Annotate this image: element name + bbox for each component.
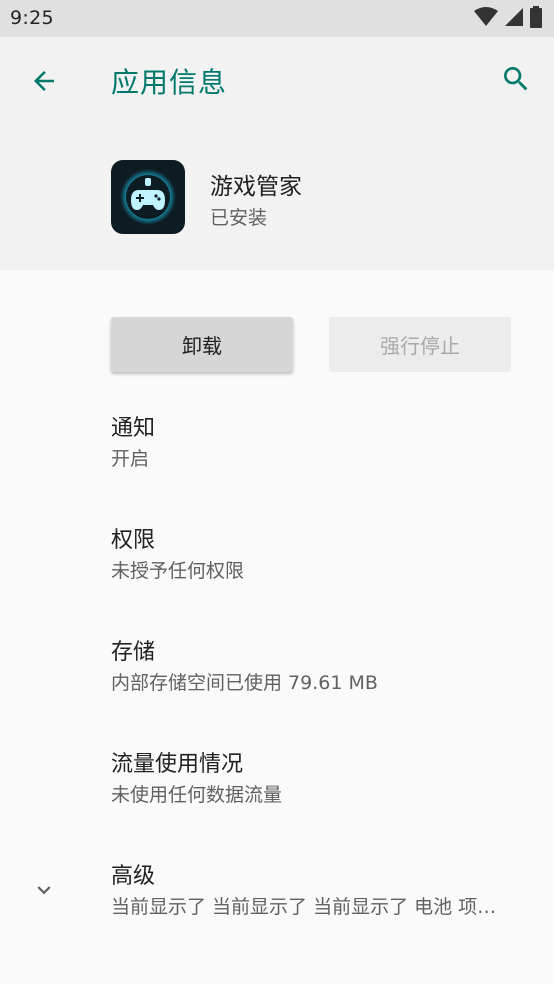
settings-item-data-usage[interactable]: 流量使用情况 未使用任何数据流量 xyxy=(111,750,541,808)
back-button[interactable] xyxy=(24,63,64,103)
search-icon xyxy=(500,63,532,99)
settings-item-subtitle: 内部存储空间已使用 79.61 MB xyxy=(111,672,378,694)
settings-item-title: 高级 xyxy=(111,864,156,889)
status-bar: 9:25 xyxy=(0,0,554,37)
status-icons xyxy=(474,6,542,32)
battery-icon xyxy=(530,6,542,32)
settings-item-storage[interactable]: 存储 内部存储空间已使用 79.61 MB xyxy=(111,638,541,696)
arrow-left-icon xyxy=(29,66,59,100)
settings-item-subtitle: 未使用任何数据流量 xyxy=(111,784,283,806)
app-install-status: 已安装 xyxy=(210,207,268,229)
settings-item-title: 权限 xyxy=(111,528,156,553)
gamepad-icon xyxy=(111,160,185,234)
status-time: 9:25 xyxy=(10,7,54,29)
settings-item-subtitle: 开启 xyxy=(111,448,150,470)
settings-item-notifications[interactable]: 通知 开启 xyxy=(111,414,541,472)
wifi-icon xyxy=(474,7,498,31)
search-button[interactable] xyxy=(496,61,536,101)
settings-item-title: 存储 xyxy=(111,640,156,665)
chevron-down-icon[interactable] xyxy=(28,874,60,906)
settings-item-subtitle: 未授予任何权限 xyxy=(111,560,245,582)
force-stop-button[interactable]: 强行停止 xyxy=(329,317,511,372)
page-title: 应用信息 xyxy=(111,66,228,99)
uninstall-button[interactable]: 卸载 xyxy=(111,317,293,372)
app-header: 应用信息 游戏管家 已安装 xyxy=(0,37,554,270)
settings-item-permissions[interactable]: 权限 未授予任何权限 xyxy=(111,526,541,584)
settings-item-title: 流量使用情况 xyxy=(111,752,244,777)
settings-item-subtitle: 当前显示了 当前显示了 当前显示了 电池 项… xyxy=(111,896,497,918)
app-name: 游戏管家 xyxy=(210,174,302,200)
settings-item-advanced[interactable]: 高级 当前显示了 当前显示了 当前显示了 电池 项… xyxy=(111,862,541,920)
signal-icon xyxy=(504,7,524,31)
settings-item-title: 通知 xyxy=(111,416,156,441)
